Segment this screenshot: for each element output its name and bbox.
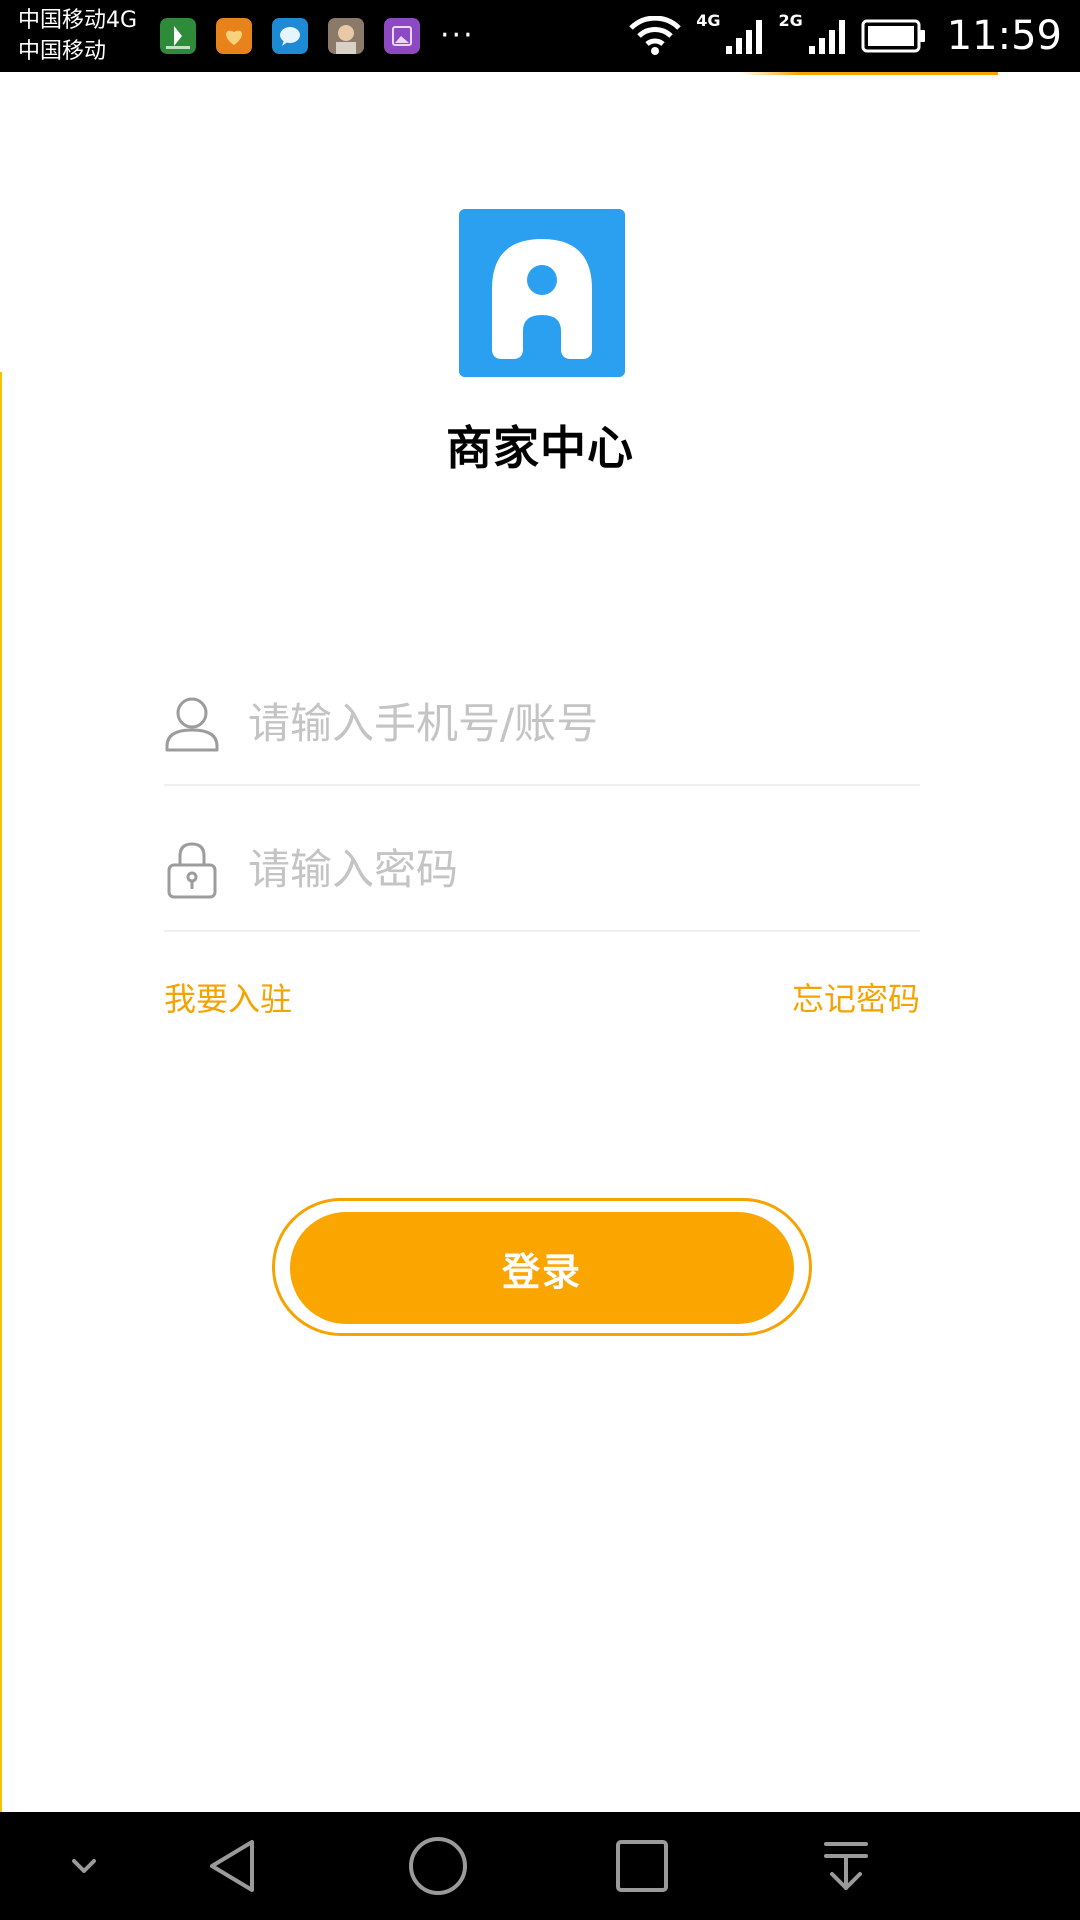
wifi-icon	[629, 16, 681, 55]
status-indicators: 4G 2G 11:59	[628, 0, 1062, 72]
home-icon	[409, 1837, 467, 1895]
chat-app-icon	[272, 18, 308, 54]
carrier-secondary: 中国移动	[18, 39, 107, 64]
collapse-button[interactable]	[24, 1812, 144, 1920]
loading-indicator-fade	[740, 72, 800, 75]
recents-button[interactable]	[582, 1812, 702, 1920]
status-bar: 中国移动4G 中国移动 ··· 4G 2G 11:59	[0, 0, 1080, 72]
more-notifications-indicator: ···	[440, 18, 475, 53]
app-logo-icon	[459, 209, 625, 377]
notification-pull-icon	[824, 1842, 868, 1890]
account-field-row	[164, 666, 920, 786]
account-input[interactable]	[248, 686, 908, 760]
gallery-app-icon	[384, 18, 420, 54]
signal-strength-2-icon	[808, 20, 845, 54]
battery-icon	[861, 19, 925, 53]
back-button[interactable]	[174, 1812, 294, 1920]
signal-strength-1-icon	[726, 20, 763, 54]
notification-icons: ···	[160, 16, 475, 56]
recents-icon	[616, 1840, 668, 1892]
join-merchant-link[interactable]: 我要入驻	[164, 974, 292, 1020]
app-title: 商家中心	[446, 421, 634, 475]
lock-icon	[167, 842, 217, 899]
carrier-primary: 中国移动4G	[18, 8, 138, 33]
password-field-row	[164, 812, 920, 932]
forgot-password-link[interactable]: 忘记密码	[792, 974, 920, 1020]
user-icon	[165, 697, 219, 752]
network-type-2: 2G	[778, 10, 803, 30]
home-button[interactable]	[378, 1812, 498, 1920]
clock: 11:59	[946, 13, 1062, 59]
collapse-icon	[72, 1859, 96, 1873]
carrier-info: 中国移动4G 中国移动	[18, 6, 137, 68]
maps-app-icon	[160, 18, 196, 54]
loading-indicator	[800, 72, 998, 75]
edge-accent	[0, 372, 2, 1812]
back-icon	[210, 1840, 254, 1892]
photo-contact-icon	[328, 18, 364, 54]
health-app-icon	[216, 18, 252, 54]
navigation-bar	[0, 1812, 1080, 1920]
notification-pull-button[interactable]	[786, 1812, 906, 1920]
password-input[interactable]	[248, 832, 908, 906]
login-button[interactable]: 登录	[290, 1212, 794, 1324]
network-type-1: 4G	[696, 10, 721, 30]
